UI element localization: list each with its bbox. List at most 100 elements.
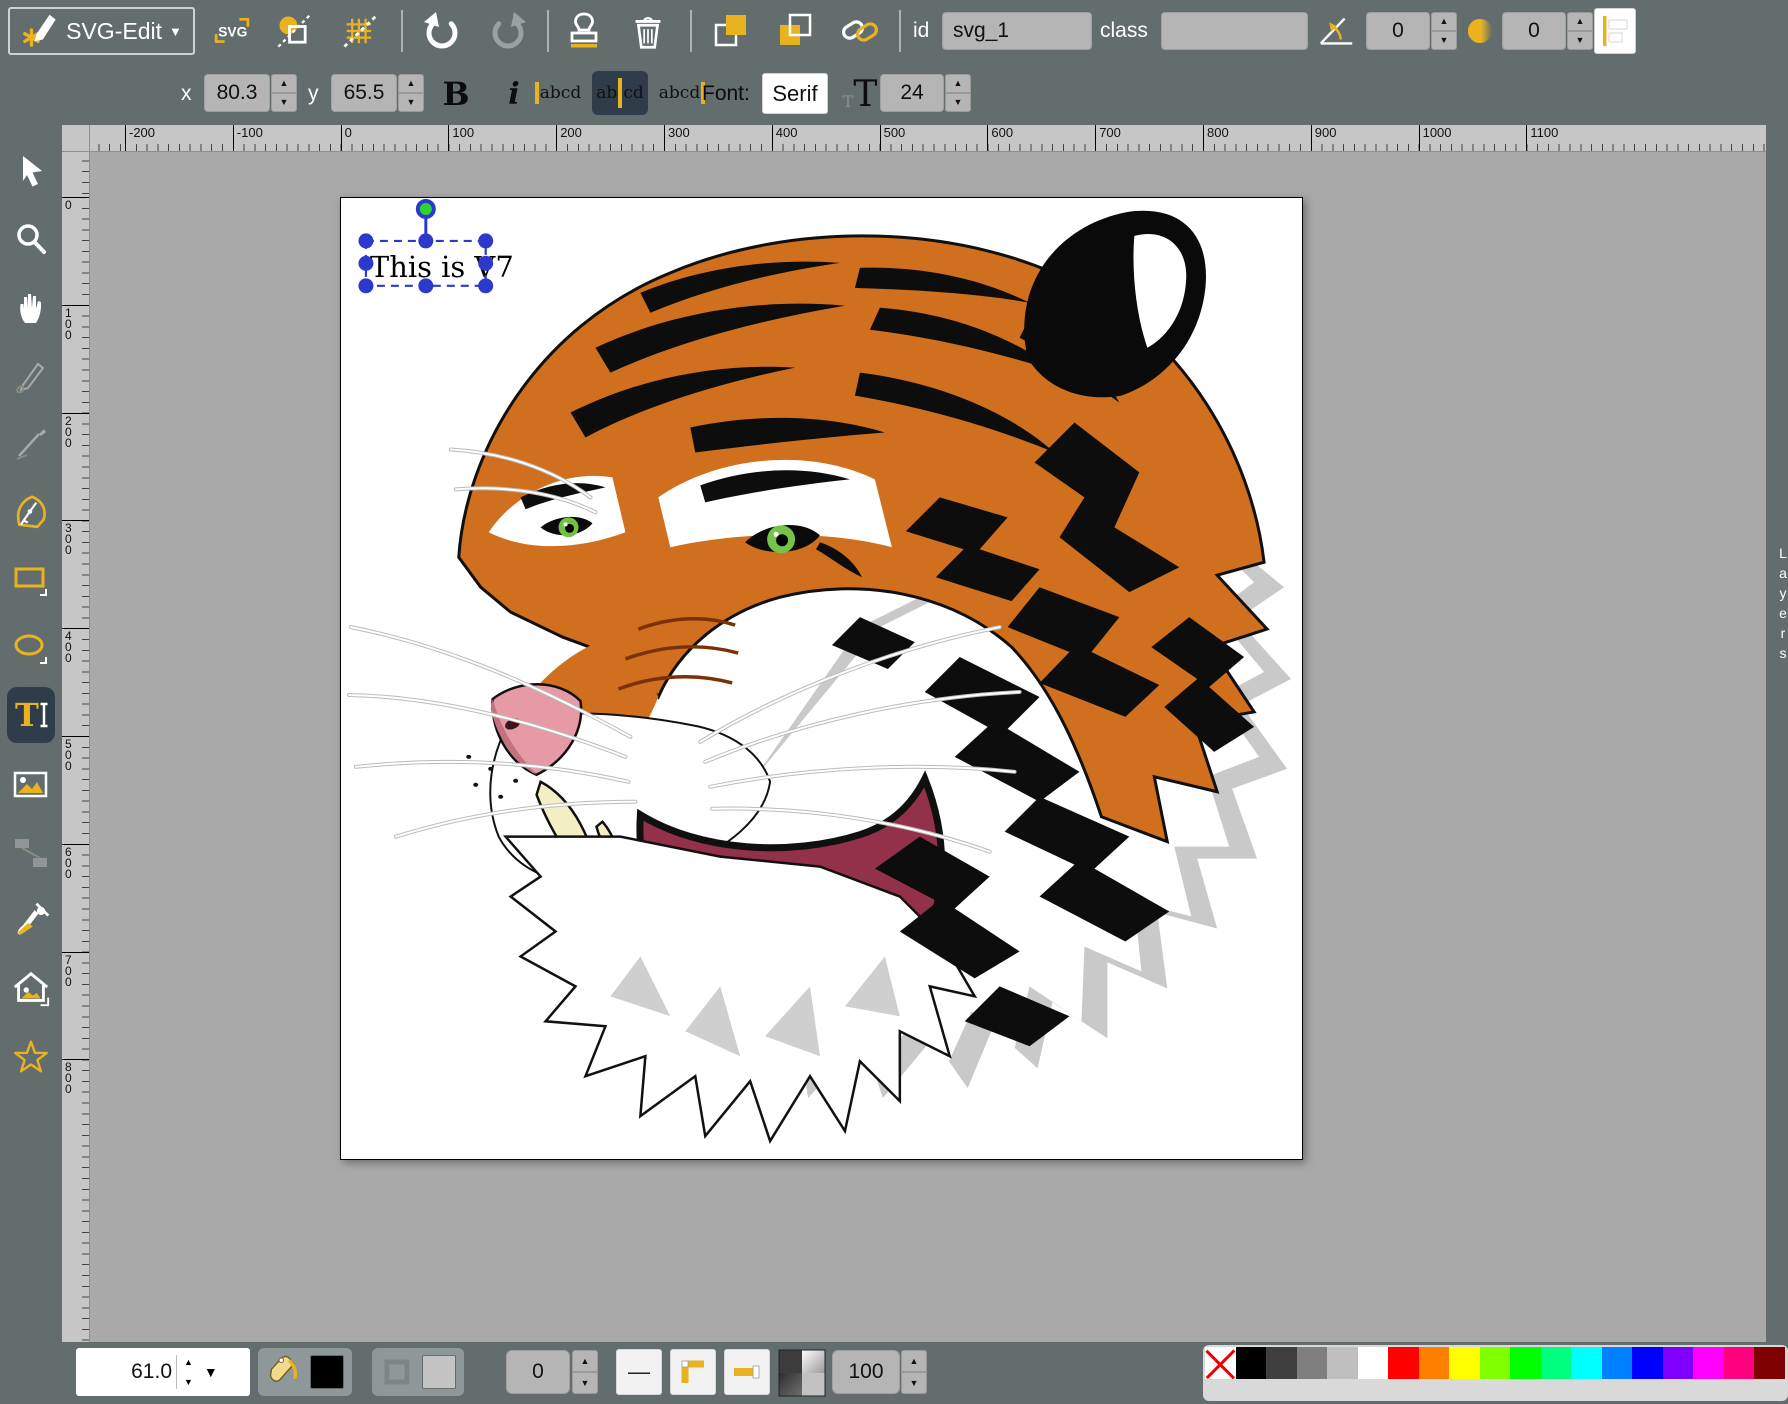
palette-swatch[interactable] [1754,1347,1785,1379]
font-size-spinner[interactable]: ▲ ▼ [945,74,971,112]
tool-pan[interactable] [7,283,55,331]
y-spin-up[interactable]: ▲ [398,74,424,93]
tool-eyedropper[interactable] [7,897,55,945]
palette-swatch[interactable] [1480,1347,1511,1379]
x-spin-down[interactable]: ▼ [271,93,297,112]
stroke-width-spinner[interactable]: ▲ ▼ [572,1350,598,1394]
opacity-spin-down[interactable]: ▼ [901,1372,927,1394]
clone-stamp-button[interactable] [560,7,608,55]
move-to-back-button[interactable] [772,7,820,55]
zoom-spin-up[interactable]: ▲ [181,1352,196,1372]
rotation-angle-icon [1314,7,1358,55]
palette-swatch[interactable] [1449,1347,1480,1379]
palette-swatch[interactable] [1724,1347,1755,1379]
stroke-width-input[interactable] [506,1350,570,1394]
grid-snap-button[interactable] [336,7,384,55]
x-spin-up[interactable]: ▲ [271,74,297,93]
font-label: Font: [702,62,750,125]
align-button[interactable] [1594,8,1636,54]
opacity-spin-up[interactable]: ▲ [901,1350,927,1372]
tool-path[interactable] [7,487,55,535]
svg-canvas[interactable]: This is V7 [340,197,1303,1160]
magnifier-icon [13,221,49,257]
opacity-input[interactable] [832,1350,900,1394]
tool-select[interactable] [7,147,55,195]
font-family-button[interactable]: Serif [762,73,828,114]
tool-connector[interactable] [7,829,55,877]
tool-zoom[interactable] [7,215,55,263]
delete-button[interactable] [624,7,672,55]
palette-swatch[interactable] [1388,1347,1419,1379]
stroke-color-swatch[interactable] [422,1355,456,1389]
tool-line[interactable] [7,419,55,467]
bold-button[interactable]: B [432,70,480,118]
source-editor-button[interactable]: SVG [208,7,256,55]
tool-shapelib[interactable] [7,965,55,1013]
sw-spin-down[interactable]: ▼ [572,1372,598,1394]
tool-text[interactable]: T [7,687,55,743]
blur-spinner[interactable]: ▲ ▼ [1567,12,1593,50]
palette-swatch[interactable] [1297,1347,1328,1379]
blur-input[interactable] [1502,12,1566,50]
zoom-spin-down[interactable]: ▼ [181,1372,196,1392]
zoom-dropdown-caret[interactable]: ▼ [204,1364,218,1380]
text-y-input[interactable] [331,74,397,112]
blur-spin-up[interactable]: ▲ [1567,12,1593,31]
anchor-start-caret [535,82,539,104]
layers-panel-tab[interactable]: Layers [1769,545,1788,665]
wireframe-shapes-icon-button[interactable] [270,7,318,55]
palette-swatch[interactable] [1632,1347,1663,1379]
palette-swatch[interactable] [1205,1347,1236,1379]
palette-swatch[interactable] [1693,1347,1724,1379]
linecap-button[interactable] [724,1349,770,1395]
tool-image[interactable] [7,761,55,809]
tool-star[interactable] [7,1033,55,1081]
font-size-input[interactable] [880,74,944,112]
text-anchor-middle-button[interactable]: ab cd [592,71,648,115]
text-x-input[interactable] [204,74,270,112]
palette-swatch[interactable] [1571,1347,1602,1379]
angle-spin-down[interactable]: ▼ [1431,31,1457,50]
palette-swatch[interactable] [1541,1347,1572,1379]
y-spin-down[interactable]: ▼ [398,93,424,112]
redo-button[interactable] [484,7,532,55]
opacity-icon [776,1347,828,1399]
tool-pencil[interactable] [7,351,55,399]
element-id-input[interactable] [942,12,1092,50]
palette-swatch[interactable] [1419,1347,1450,1379]
linejoin-button[interactable] [670,1349,716,1395]
make-link-button[interactable] [836,7,884,55]
main-menu-button[interactable]: SVG-Edit ▼ [8,7,195,55]
undo-button[interactable] [418,7,466,55]
palette-swatch[interactable] [1510,1347,1541,1379]
move-to-front-button[interactable] [708,7,756,55]
zoom-spinner[interactable]: ▲ ▼ [181,1352,196,1392]
palette-swatch[interactable] [1266,1347,1297,1379]
tool-rect[interactable] [7,555,55,603]
size-spin-up[interactable]: ▲ [945,74,971,93]
size-spin-down[interactable]: ▼ [945,93,971,112]
palette-swatch[interactable] [1663,1347,1694,1379]
element-class-input[interactable] [1161,12,1308,50]
sw-spin-up[interactable]: ▲ [572,1350,598,1372]
angle-spin-up[interactable]: ▲ [1431,12,1457,31]
angle-spinner[interactable]: ▲ ▼ [1431,12,1457,50]
anchor-middle-left: ab [596,83,617,103]
x-spinner[interactable]: ▲ ▼ [271,74,297,112]
opacity-spinner[interactable]: ▲ ▼ [901,1350,927,1394]
stroke-dash-button[interactable]: — [616,1349,662,1395]
palette-swatch[interactable] [1327,1347,1358,1379]
y-spinner[interactable]: ▲ ▼ [398,74,424,112]
anchor-end-label: abcd [659,83,700,103]
palette-swatch[interactable] [1358,1347,1389,1379]
text-anchor-start-button[interactable]: abcd [530,71,586,115]
fill-color-swatch[interactable] [310,1355,344,1389]
rotation-grip[interactable] [418,201,434,217]
palette-swatch[interactable] [1602,1347,1633,1379]
rotation-angle-input[interactable] [1366,12,1430,50]
palette-swatch[interactable] [1236,1347,1267,1379]
blur-spin-down[interactable]: ▼ [1567,31,1593,50]
tool-ellipse[interactable] [7,623,55,671]
zoom-input[interactable] [76,1360,172,1384]
canvas-artwork-tiger[interactable]: This is V7 [341,198,1302,1159]
